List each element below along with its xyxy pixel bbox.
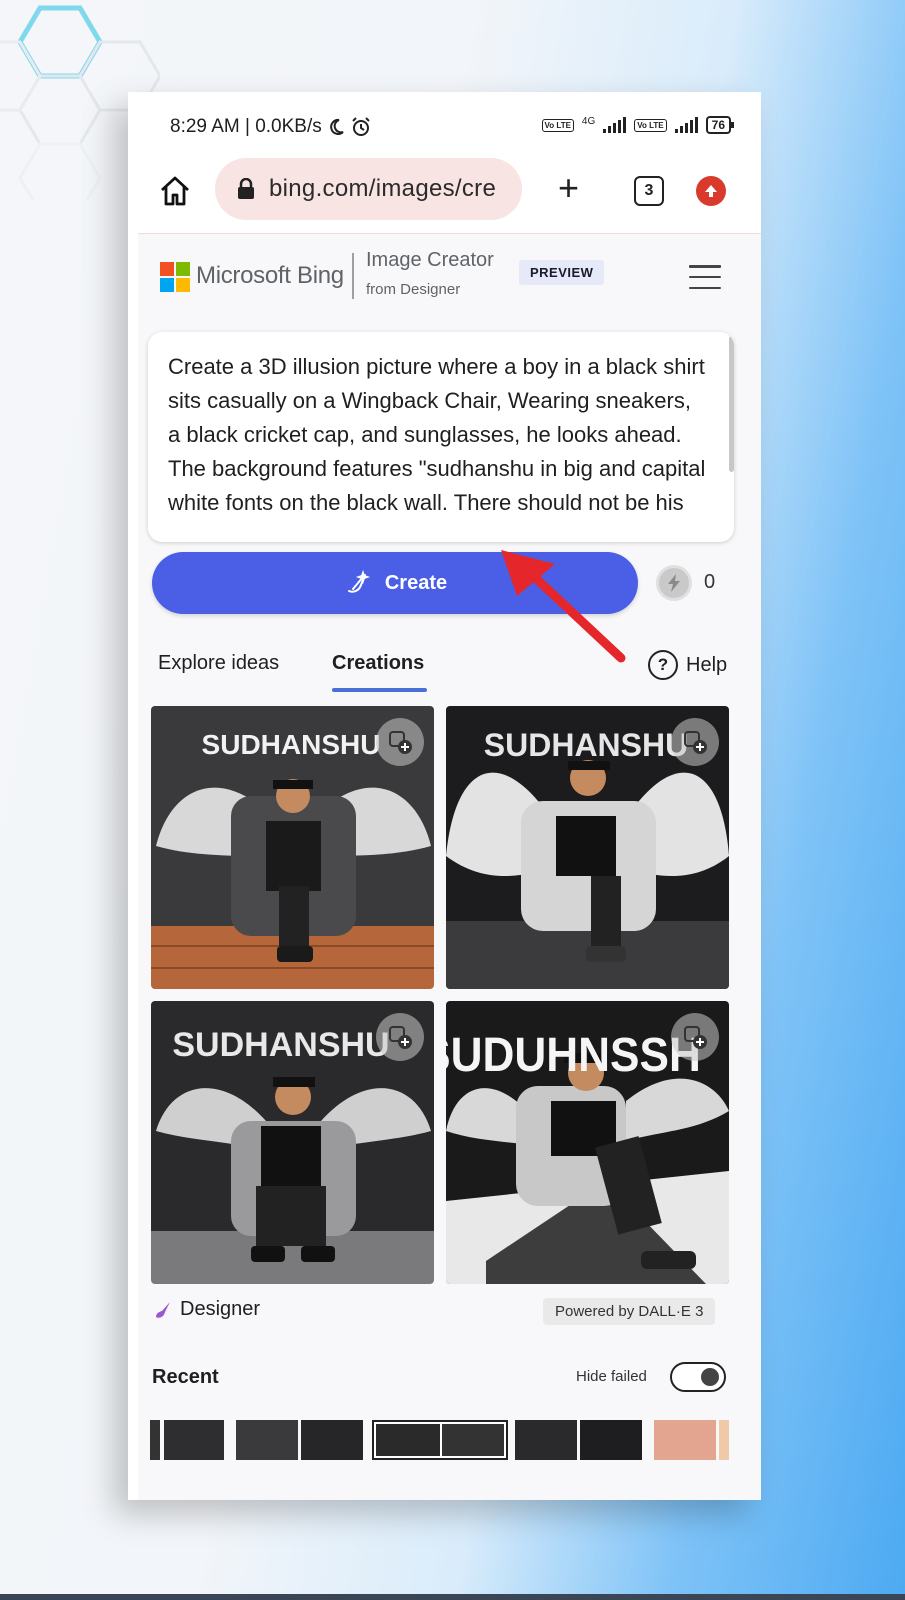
- image-1-caption: SUDHANSHU: [202, 729, 381, 760]
- new-tab-button[interactable]: +: [558, 170, 579, 206]
- menu-icon[interactable]: [689, 265, 721, 289]
- prompt-scrollbar[interactable]: [729, 336, 734, 472]
- bing-header: Microsoft Bing Image Creator from Design…: [138, 235, 761, 327]
- add-to-collection-icon[interactable]: [671, 1013, 719, 1061]
- microsoft-logo[interactable]: [160, 262, 190, 292]
- recent-thumbnail-5[interactable]: [372, 1420, 508, 1460]
- generated-image-1[interactable]: SUDHANSHU: [151, 706, 434, 989]
- powered-by-badge: Powered by DALL·E 3: [543, 1298, 716, 1325]
- recent-thumbnail-6[interactable]: [515, 1420, 577, 1460]
- volte-icon-2: Vo LTE: [634, 118, 667, 132]
- status-time: 8:29 AM | 0.0KB/s: [170, 116, 322, 137]
- page-title: Image Creator: [366, 249, 494, 271]
- brand-name[interactable]: Microsoft Bing: [196, 262, 344, 290]
- address-bar[interactable]: bing.com/images/cre: [215, 158, 522, 220]
- header-divider: [352, 253, 354, 299]
- recent-thumbnails: [138, 1418, 761, 1464]
- status-bar: 8:29 AM | 0.0KB/s Vo LTE 4G Vo LTE 76: [138, 92, 761, 160]
- recent-thumbnail-1[interactable]: [150, 1420, 160, 1460]
- prompt-text: Create a 3D illusion picture where a boy…: [168, 354, 706, 515]
- recent-thumbnail-8[interactable]: [654, 1420, 716, 1460]
- lock-icon: [238, 178, 254, 199]
- add-to-collection-icon[interactable]: [671, 718, 719, 766]
- add-to-collection-icon[interactable]: [376, 1013, 424, 1061]
- tab-switcher-button[interactable]: 3: [634, 176, 664, 206]
- tab-explore-ideas[interactable]: Explore ideas: [158, 652, 279, 675]
- tab-creations[interactable]: Creations: [332, 652, 424, 675]
- prompt-input[interactable]: Create a 3D illusion picture where a boy…: [148, 332, 734, 542]
- create-label: Create: [384, 571, 448, 594]
- magic-wand-icon: [347, 569, 371, 593]
- recent-heading: Recent: [152, 1366, 219, 1388]
- image-4-caption: SUDUHNSSH: [446, 1027, 701, 1081]
- lightning-icon: [668, 574, 680, 592]
- signal-icon: [603, 117, 627, 133]
- active-tab-indicator: [332, 688, 427, 692]
- recent-thumbnail-4[interactable]: [301, 1420, 363, 1460]
- page-subtitle: from Designer: [366, 281, 461, 298]
- generated-image-2[interactable]: SUDHANSHU: [446, 706, 729, 989]
- arrow-up-icon: [705, 185, 717, 197]
- phone-screen: 8:29 AM | 0.0KB/s Vo LTE 4G Vo LTE 76 bi…: [128, 92, 761, 1500]
- volte-icon: Vo LTE: [541, 118, 574, 132]
- preview-badge: PREVIEW: [519, 260, 605, 285]
- image-2-caption: SUDHANSHU: [484, 727, 688, 763]
- home-icon[interactable]: [158, 174, 192, 208]
- generated-image-3[interactable]: SUDHANSHU: [151, 1001, 434, 1284]
- hide-failed-label: Hide failed: [576, 1368, 647, 1385]
- boost-icon[interactable]: [656, 565, 692, 601]
- boost-count: 0: [704, 571, 716, 593]
- help-link[interactable]: ? Help: [648, 650, 727, 680]
- recent-thumbnail-3[interactable]: [236, 1420, 298, 1460]
- browser-toolbar: bing.com/images/cre + 3: [138, 152, 761, 234]
- annotation-arrow-icon: [501, 550, 626, 663]
- add-to-collection-icon[interactable]: [376, 718, 424, 766]
- help-icon: ?: [648, 650, 678, 680]
- designer-link[interactable]: Designer: [152, 1298, 260, 1321]
- alarm-icon: [352, 117, 370, 136]
- recent-thumbnail-2[interactable]: [164, 1420, 224, 1460]
- designer-logo-icon: [156, 1301, 170, 1318]
- hide-failed-toggle[interactable]: [670, 1362, 726, 1392]
- moon-icon: [329, 118, 344, 135]
- signal-icon-2: [674, 117, 698, 133]
- help-label: Help: [686, 653, 728, 676]
- image-3-caption: SUDHANSHU: [172, 1026, 389, 1064]
- recent-thumbnail-7[interactable]: [580, 1420, 642, 1460]
- generated-image-4[interactable]: SUDUHNSSH: [446, 1001, 729, 1284]
- network-type: 4G: [581, 116, 596, 127]
- battery-icon: 76: [705, 116, 735, 134]
- url-text: bing.com/images/cre: [269, 175, 497, 202]
- update-button[interactable]: [696, 176, 726, 206]
- designer-label: Designer: [180, 1298, 261, 1320]
- bottom-bar: [0, 1594, 905, 1600]
- recent-thumbnail-9[interactable]: [719, 1420, 729, 1460]
